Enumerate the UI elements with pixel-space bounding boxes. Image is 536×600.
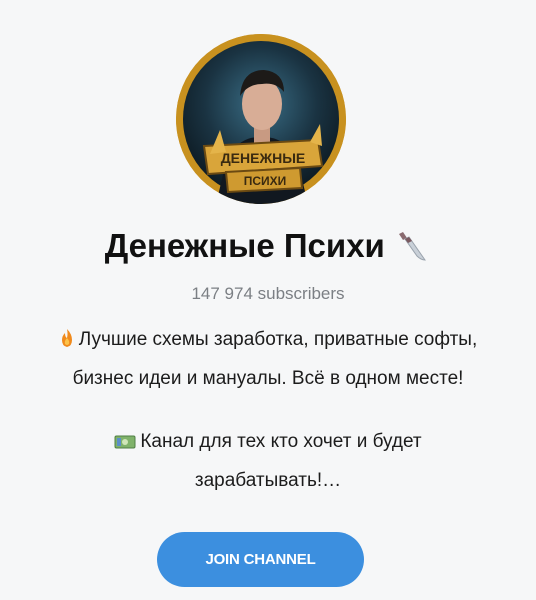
fire-icon xyxy=(59,325,75,361)
avatar-banner-line2: ПСИХИ xyxy=(244,174,287,188)
description-line-2b: зарабатывать!… xyxy=(194,470,342,491)
channel-title: Денежные Психи xyxy=(104,227,385,264)
description-paragraph-1: Лучшие схемы заработка, приватные софты,… xyxy=(10,322,526,397)
join-channel-button[interactable]: JOIN CHANNEL xyxy=(157,532,364,587)
avatar-banner-line1: ДЕНЕЖНЫЕ xyxy=(221,150,306,166)
description-line-1b: бизнес идеи и мануалы. Всё в одном месте… xyxy=(72,368,464,389)
channel-preview: ДЕНЕЖНЫЕ ПСИХИ Денежные Психи 147 974 su… xyxy=(0,0,536,600)
description-line-1a: Лучшие схемы заработка, приватные софты, xyxy=(78,329,478,350)
subscriber-count: 147 974 subscribers xyxy=(191,284,345,303)
channel-avatar: ДЕНЕЖНЫЕ ПСИХИ xyxy=(176,34,346,204)
channel-title-row: Денежные Психи xyxy=(0,226,536,266)
kitchen-knife-icon xyxy=(391,226,431,266)
description-line-2a: Канал для тех кто хочет и будет xyxy=(140,431,422,452)
money-icon xyxy=(114,427,136,463)
description-paragraph-2: Канал для тех кто хочет и будет зарабаты… xyxy=(10,424,526,499)
